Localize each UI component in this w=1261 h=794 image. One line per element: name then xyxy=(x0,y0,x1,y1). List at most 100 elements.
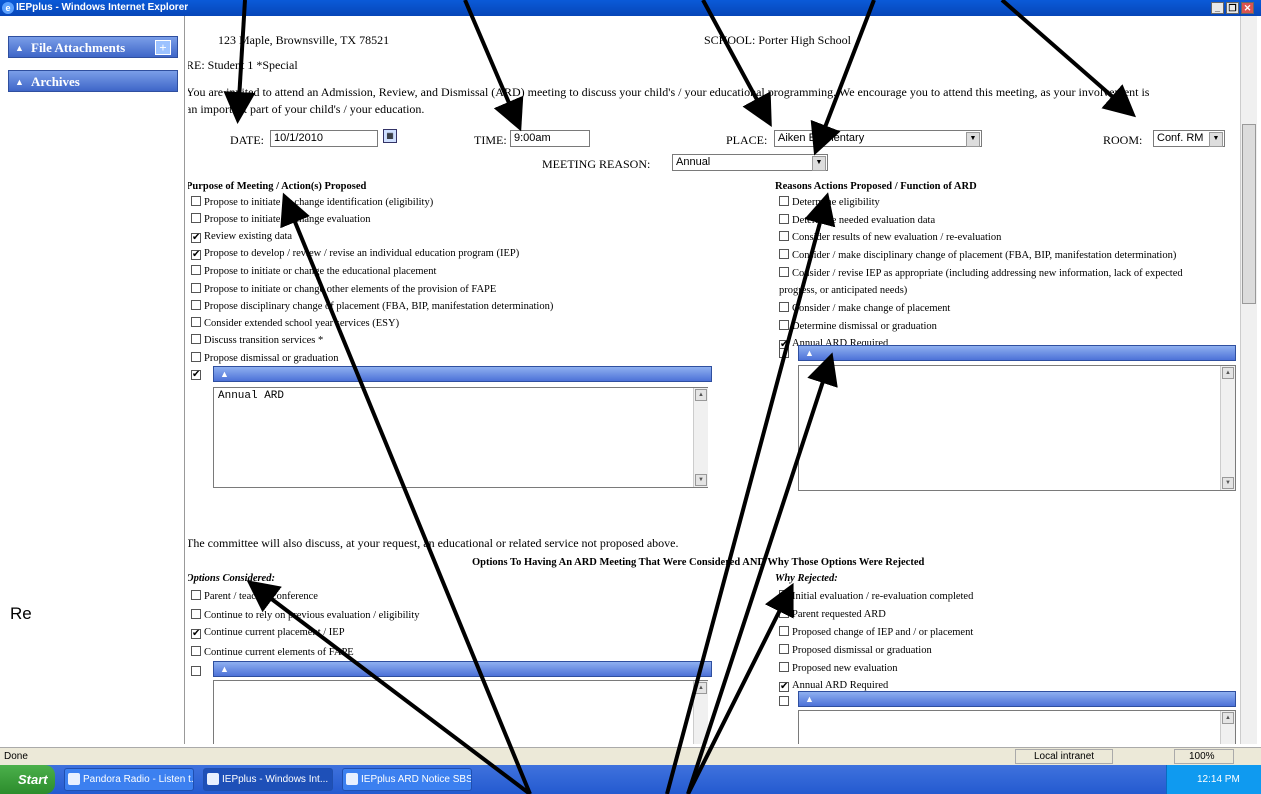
option-considered-item[interactable]: Parent / teacher conference xyxy=(191,590,318,602)
checkbox[interactable]: ✔ xyxy=(191,249,201,260)
task-label: IEPplus ARD Notice SBS [... xyxy=(361,774,472,785)
option-considered-item[interactable]: ✔ Continue current placement / IEP xyxy=(191,627,345,639)
sidebar-item-file-attachments[interactable]: ▲ File Attachments + xyxy=(8,36,178,58)
purpose-other-checkbox[interactable]: ✔ xyxy=(191,368,204,380)
rejected-textarea-scrollbar[interactable]: ▲ xyxy=(1220,711,1235,744)
checkbox[interactable]: ✔ xyxy=(191,629,201,639)
checkbox[interactable] xyxy=(191,282,201,293)
checkbox[interactable] xyxy=(779,348,789,358)
checkbox[interactable] xyxy=(191,351,201,362)
close-button[interactable]: ✕ xyxy=(1241,2,1254,14)
minimize-button[interactable]: _ xyxy=(1211,2,1224,14)
page-fragment-text: Re xyxy=(10,604,32,623)
checkbox[interactable] xyxy=(191,265,201,276)
browser-window: e IEPplus - Windows Internet Explorer _ … xyxy=(0,0,1261,794)
reason-item[interactable]: Consider results of new evaluation / re-… xyxy=(779,231,1001,243)
checkbox[interactable] xyxy=(191,334,201,345)
checkbox[interactable]: ✔ xyxy=(191,370,201,380)
reasons-other-textarea[interactable] xyxy=(798,365,1236,491)
scrollbar-thumb[interactable] xyxy=(1242,124,1256,304)
checkbox[interactable] xyxy=(191,666,201,676)
checkbox[interactable] xyxy=(779,213,789,224)
option-considered-item[interactable]: Continue current elements of FAPE xyxy=(191,645,354,658)
purpose-item[interactable]: ✔ Review existing data xyxy=(191,231,292,243)
task-pandora[interactable]: Pandora Radio - Listen t... xyxy=(64,768,194,791)
checkbox[interactable] xyxy=(191,590,201,600)
checkbox[interactable] xyxy=(779,608,789,618)
reasons-other-checkbox[interactable] xyxy=(779,348,792,360)
purpose-item[interactable]: ✔ Propose to develop / review / revise an… xyxy=(191,248,519,260)
task-word-doc[interactable]: IEPplus ARD Notice SBS [... xyxy=(342,768,472,791)
checkbox[interactable] xyxy=(779,626,789,636)
reason-label: Determine dismissal or graduation xyxy=(792,320,937,332)
reason-item[interactable]: Consider / make disciplinary change of p… xyxy=(779,249,1176,261)
reason-item[interactable]: Determine needed evaluation data xyxy=(779,213,935,226)
reason-item[interactable]: Determine eligibility xyxy=(779,196,880,208)
checkbox[interactable] xyxy=(191,608,201,619)
start-button[interactable]: Start xyxy=(0,765,55,794)
calendar-icon[interactable]: ▦ xyxy=(383,129,397,143)
reason-item[interactable]: Consider / revise IEP as appropriate (in… xyxy=(779,266,1183,279)
reason-item[interactable]: Consider / make change of placement xyxy=(779,302,950,314)
checkbox[interactable] xyxy=(779,662,789,672)
task-label: IEPplus - Windows Int... xyxy=(222,774,329,785)
checkbox[interactable] xyxy=(191,196,201,206)
why-rejected-label: Parent requested ARD xyxy=(792,609,886,620)
purpose-item[interactable]: Propose to initiate or change evaluation xyxy=(191,213,371,225)
purpose-item[interactable]: Consider extended school year services (… xyxy=(191,317,399,329)
date-field[interactable]: 10/1/2010 xyxy=(270,130,378,147)
rejected-other-checkbox[interactable] xyxy=(779,696,792,708)
checkbox[interactable] xyxy=(191,645,201,656)
checkbox[interactable] xyxy=(191,213,201,224)
option-considered-label: Continue to rely on previous evaluation … xyxy=(204,609,420,621)
add-attachment-icon[interactable]: + xyxy=(155,40,171,55)
why-rejected-item[interactable]: Proposed new evaluation xyxy=(779,662,898,674)
why-rejected-item[interactable]: Initial evaluation / re-evaluation compl… xyxy=(779,590,973,602)
rejected-other-textarea[interactable] xyxy=(798,710,1236,744)
checkbox[interactable] xyxy=(779,231,789,242)
purpose-textarea-scrollbar[interactable]: ▲ ▼ xyxy=(693,388,708,487)
maximize-button[interactable]: ❐ xyxy=(1226,2,1239,14)
why-rejected-item[interactable]: Proposed dismissal or graduation xyxy=(779,644,932,656)
checkbox[interactable] xyxy=(779,196,789,206)
checkbox[interactable] xyxy=(779,644,789,654)
purpose-item[interactable]: Propose to initiate or change other elem… xyxy=(191,282,496,295)
purpose-item[interactable]: Propose dismissal or graduation xyxy=(191,351,338,364)
option-considered-item[interactable]: Continue to rely on previous evaluation … xyxy=(191,608,420,621)
task-iepplus[interactable]: IEPplus - Windows Int... xyxy=(203,768,333,791)
why-rejected-label: Proposed new evaluation xyxy=(792,663,898,674)
purpose-item[interactable]: Propose to initiate or change the educat… xyxy=(191,265,436,277)
checkbox[interactable] xyxy=(191,299,201,310)
checkbox[interactable] xyxy=(779,266,789,277)
considered-other-textarea[interactable] xyxy=(213,680,708,744)
page-scrollbar[interactable] xyxy=(1240,16,1257,744)
reason-item[interactable]: Determine dismissal or graduation xyxy=(779,319,937,332)
why-rejected-item[interactable]: Parent requested ARD xyxy=(779,608,886,620)
purpose-item[interactable]: Propose to initiate or change identifica… xyxy=(191,196,433,208)
reason-item[interactable]: progress, or anticipated needs) xyxy=(779,285,907,296)
checkbox[interactable] xyxy=(779,302,789,313)
place-select[interactable]: Aiken Elementary xyxy=(774,130,982,147)
checkbox[interactable] xyxy=(779,590,789,600)
reason-label: Consider / make change of placement xyxy=(792,303,951,315)
reasons-textarea-scrollbar[interactable]: ▲ ▼ xyxy=(1220,366,1235,490)
meeting-reason-select[interactable]: Annual xyxy=(672,154,828,171)
checkbox[interactable] xyxy=(779,696,789,706)
checkbox[interactable] xyxy=(779,249,789,260)
checkbox[interactable]: ✔ xyxy=(191,232,201,243)
zoom-control[interactable]: 100% xyxy=(1174,749,1234,764)
considered-textarea-scrollbar[interactable]: ▲ xyxy=(693,681,708,744)
checkbox[interactable] xyxy=(779,319,789,330)
purpose-other-textarea[interactable]: Annual ARD xyxy=(213,387,708,488)
sidebar-item-archives[interactable]: ▲ Archives xyxy=(8,70,178,92)
checkbox[interactable] xyxy=(191,317,201,328)
purpose-item[interactable]: Propose disciplinary change of placement… xyxy=(191,299,553,312)
room-select[interactable]: Conf. RM xyxy=(1153,130,1225,147)
collapse-icon: ▲ xyxy=(15,43,24,53)
purpose-label: Discuss transition services * xyxy=(204,335,324,347)
checkbox[interactable]: ✔ xyxy=(779,682,789,692)
purpose-item[interactable]: Discuss transition services * xyxy=(191,334,323,346)
why-rejected-item[interactable]: Proposed change of IEP and / or placemen… xyxy=(779,626,973,638)
time-field[interactable]: 9:00am xyxy=(510,130,590,147)
considered-other-checkbox[interactable] xyxy=(191,666,204,678)
